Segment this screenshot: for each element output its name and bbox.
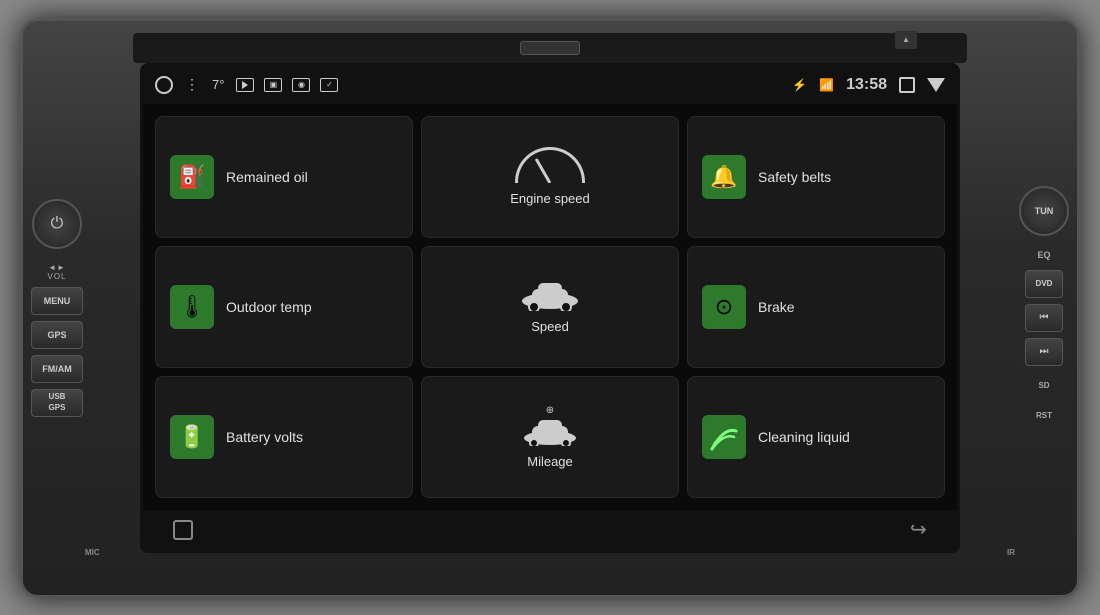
main-content: ⛽ Remained oil Engine speed 🔔 Saf	[143, 104, 957, 510]
status-bar: ⋮ 7° ▣ ◉ ✓ ⚡ 📶 13:58	[143, 66, 957, 104]
back-nav-icon[interactable]	[927, 78, 945, 92]
right-controls: TUN EQ DVD ⏮ ⏭ SD RST	[1019, 186, 1069, 430]
rst-label: RST	[1025, 402, 1063, 430]
speed-label: Speed	[531, 319, 569, 334]
tun-button[interactable]: TUN	[1019, 186, 1069, 236]
play-arrow	[242, 81, 248, 89]
thermometer-icon: 🌡	[178, 294, 206, 320]
engine-speed-label: Engine speed	[510, 191, 590, 206]
cards-grid: ⛽ Remained oil Engine speed 🔔 Saf	[155, 116, 945, 498]
head-unit: ▲ ⏻ ◄► VOL MENU GPS FM/AM USBGPS TUN EQ …	[20, 18, 1080, 598]
mileage-car-icon	[520, 418, 580, 446]
safety-belts-icon-bg: 🔔	[702, 155, 746, 199]
usb-gps-button[interactable]: USBGPS	[31, 389, 83, 417]
vol-label: ◄► VOL	[47, 263, 66, 281]
remained-oil-label: Remained oil	[226, 169, 308, 185]
temperature-display: 7°	[212, 77, 224, 92]
fmam-button[interactable]: FM/AM	[31, 355, 83, 383]
back-button[interactable]: ↩	[910, 517, 927, 542]
eject-button[interactable]: ▲	[895, 31, 917, 49]
dvd-button[interactable]: DVD	[1025, 270, 1063, 298]
wifi-icon: 📶	[819, 78, 834, 92]
mileage-card[interactable]: ⊕ Mileage	[421, 376, 679, 498]
ir-label: IR	[1007, 548, 1015, 557]
brake-label: Brake	[758, 299, 795, 315]
photo-icon: ▣	[264, 78, 282, 92]
left-controls: ⏻ ◄► VOL MENU GPS FM/AM USBGPS	[31, 199, 83, 417]
next-button[interactable]: ⏭	[1025, 338, 1063, 366]
menu-button[interactable]: MENU	[31, 287, 83, 315]
window-icon	[899, 77, 915, 93]
car-speed-icon	[518, 279, 582, 311]
outdoor-temp-card[interactable]: 🌡 Outdoor temp	[155, 246, 413, 368]
prev-button[interactable]: ⏮	[1025, 304, 1063, 332]
cd-slot-indicator	[520, 41, 580, 55]
cleaning-liquid-card[interactable]: Cleaning liquid	[687, 376, 945, 498]
outdoor-temp-icon-bg: 🌡	[170, 285, 214, 329]
battery-icon: 🔋	[178, 424, 205, 450]
cleaning-liquid-label: Cleaning liquid	[758, 429, 850, 445]
media-icons: ▣ ◉ ✓	[236, 78, 338, 92]
power-button[interactable]: ⏻	[32, 199, 82, 249]
bluetooth-icon: ⚡	[792, 78, 807, 92]
safety-belts-card[interactable]: 🔔 Safety belts	[687, 116, 945, 238]
remained-oil-icon-bg: ⛽	[170, 155, 214, 199]
fuel-pump-icon: ⛽	[178, 164, 205, 190]
outdoor-temp-label: Outdoor temp	[226, 299, 312, 315]
battery-volts-card[interactable]: 🔋 Battery volts	[155, 376, 413, 498]
battery-volts-label: Battery volts	[226, 429, 303, 445]
video-icon	[236, 78, 254, 92]
wiper-icon	[708, 421, 740, 453]
engine-speed-card[interactable]: Engine speed	[421, 116, 679, 238]
safety-belts-label: Safety belts	[758, 169, 831, 185]
clock-display: 13:58	[846, 76, 887, 94]
settings-icon: ✓	[320, 78, 338, 92]
brake-icon-bg: ⊙	[702, 285, 746, 329]
mileage-icon-group: ⊕	[520, 405, 580, 446]
brake-icon: ⊙	[715, 294, 733, 320]
eq-label: EQ	[1037, 250, 1050, 260]
home-circle-icon	[155, 76, 173, 94]
brake-card[interactable]: ⊙ Brake	[687, 246, 945, 368]
bottom-bar: ↩	[143, 510, 957, 550]
cleaning-liquid-icon-bg	[702, 415, 746, 459]
battery-icon-bg: 🔋	[170, 415, 214, 459]
mic-label: MIC	[85, 548, 100, 557]
mileage-label: Mileage	[527, 454, 573, 469]
speed-card[interactable]: Speed	[421, 246, 679, 368]
home-button[interactable]	[173, 520, 193, 540]
more-icon: ⋮	[185, 76, 200, 93]
sd-rst-group: SD RST	[1025, 372, 1063, 430]
gps-button[interactable]: GPS	[31, 321, 83, 349]
screen: ⋮ 7° ▣ ◉ ✓ ⚡ 📶 13:58	[140, 63, 960, 553]
speedometer-icon	[515, 147, 585, 183]
camera-icon: ◉	[292, 78, 310, 92]
sd-label: SD	[1025, 372, 1063, 400]
seatbelt-icon: 🔔	[710, 164, 737, 190]
top-strip	[133, 33, 967, 63]
remained-oil-card[interactable]: ⛽ Remained oil	[155, 116, 413, 238]
